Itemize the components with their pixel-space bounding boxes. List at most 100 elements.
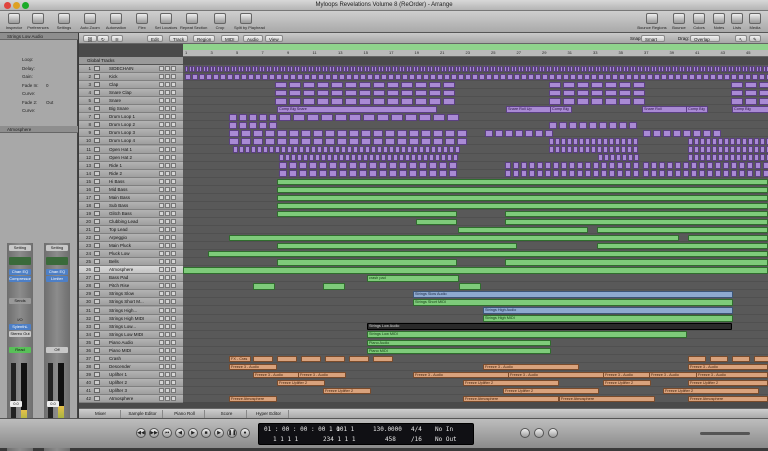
region[interactable]: [760, 138, 765, 145]
track-lane[interactable]: [183, 154, 768, 162]
region[interactable]: [377, 146, 382, 153]
region[interactable]: [409, 65, 412, 73]
region[interactable]: [453, 154, 458, 161]
region[interactable]: [353, 146, 358, 153]
region[interactable]: [713, 130, 721, 137]
region[interactable]: [682, 73, 688, 81]
region[interactable]: [745, 73, 751, 81]
region[interactable]: [379, 170, 387, 177]
region[interactable]: [317, 81, 329, 89]
region[interactable]: [335, 146, 340, 153]
region[interactable]: [615, 138, 620, 145]
region[interactable]: [289, 89, 301, 97]
solo-button[interactable]: [165, 106, 170, 112]
region[interactable]: [279, 170, 287, 177]
region[interactable]: [351, 154, 356, 161]
record-button[interactable]: [171, 339, 176, 345]
region[interactable]: [748, 146, 753, 153]
mute-solo-buttons[interactable]: [158, 347, 180, 353]
region[interactable]: [309, 162, 317, 169]
region[interactable]: [361, 130, 371, 137]
region[interactable]: [360, 65, 363, 73]
tempo-value[interactable]: 130.0000: [373, 426, 402, 433]
region[interactable]: [349, 162, 357, 169]
region[interactable]: [361, 138, 371, 145]
region[interactable]: [419, 114, 431, 121]
region[interactable]: [317, 146, 322, 153]
track-name[interactable]: Piano Audio: [109, 339, 133, 346]
record-button[interactable]: [171, 138, 176, 144]
region[interactable]: [399, 154, 404, 161]
region[interactable]: [349, 355, 369, 363]
region[interactable]: [696, 73, 702, 81]
region[interactable]: [505, 130, 513, 137]
region[interactable]: [299, 170, 307, 177]
region[interactable]: [549, 81, 561, 89]
region[interactable]: [567, 138, 572, 145]
region[interactable]: [605, 81, 617, 89]
mute-button[interactable]: [159, 138, 164, 144]
region[interactable]: [563, 81, 575, 89]
region[interactable]: [373, 98, 385, 105]
mute-button[interactable]: [159, 90, 164, 96]
region[interactable]: [675, 170, 681, 177]
region[interactable]: [625, 170, 631, 177]
region[interactable]: [563, 89, 575, 97]
region[interactable]: [683, 170, 689, 177]
region[interactable]: [465, 73, 471, 81]
menu-midi[interactable]: MIDI: [221, 35, 239, 42]
region[interactable]: [486, 65, 489, 73]
region[interactable]: [723, 170, 729, 177]
record-button[interactable]: [171, 122, 176, 128]
region[interactable]: [259, 114, 267, 121]
region[interactable]: Freeze 3 - Audio: [696, 371, 768, 379]
track-name[interactable]: Drum Loop 3: [109, 129, 135, 136]
track-header[interactable]: 23 Main Pluck: [79, 242, 183, 251]
region[interactable]: [732, 355, 750, 363]
region[interactable]: [601, 162, 607, 169]
region[interactable]: [507, 65, 510, 73]
region[interactable]: [559, 122, 567, 129]
region[interactable]: [199, 65, 202, 73]
region[interactable]: [626, 65, 629, 73]
mute-button[interactable]: [159, 154, 164, 160]
track-name[interactable]: Clubbing Lead: [109, 218, 138, 225]
region[interactable]: [706, 154, 711, 161]
region[interactable]: [745, 65, 748, 73]
region[interactable]: [724, 65, 727, 73]
toolbar-colors-button[interactable]: Colors: [690, 12, 708, 32]
solo-button[interactable]: [165, 307, 170, 313]
region[interactable]: [505, 218, 768, 226]
region[interactable]: [634, 154, 639, 161]
solo-button[interactable]: [165, 363, 170, 369]
menu-region[interactable]: Region: [193, 35, 216, 42]
track-header[interactable]: 41 Uplifter 3: [79, 387, 183, 396]
region[interactable]: [754, 154, 759, 161]
record-button[interactable]: [171, 106, 176, 112]
mute-button[interactable]: [159, 275, 164, 281]
region[interactable]: [561, 170, 567, 177]
solo-button[interactable]: [165, 138, 170, 144]
region[interactable]: [688, 355, 706, 363]
region[interactable]: [591, 65, 594, 73]
region[interactable]: [415, 81, 427, 89]
region[interactable]: [259, 122, 267, 129]
record-button[interactable]: [171, 170, 176, 176]
solo-button[interactable]: [165, 259, 170, 265]
track-name[interactable]: Uplifter 1: [109, 371, 127, 378]
region[interactable]: [388, 73, 394, 81]
region[interactable]: [597, 226, 768, 234]
toolbar-preferences-button[interactable]: Preferences: [26, 12, 50, 32]
region[interactable]: [444, 65, 447, 73]
region[interactable]: [633, 65, 636, 73]
region[interactable]: [694, 146, 699, 153]
track-name[interactable]: Pluck Low: [109, 250, 130, 257]
region[interactable]: [455, 146, 460, 153]
track-name[interactable]: Open Hat 2: [109, 154, 132, 161]
region[interactable]: [715, 162, 721, 169]
region[interactable]: [249, 122, 257, 129]
track-name[interactable]: Main Bass: [109, 194, 130, 201]
region[interactable]: [192, 65, 195, 73]
region[interactable]: [325, 355, 345, 363]
mute-button[interactable]: [159, 283, 164, 289]
